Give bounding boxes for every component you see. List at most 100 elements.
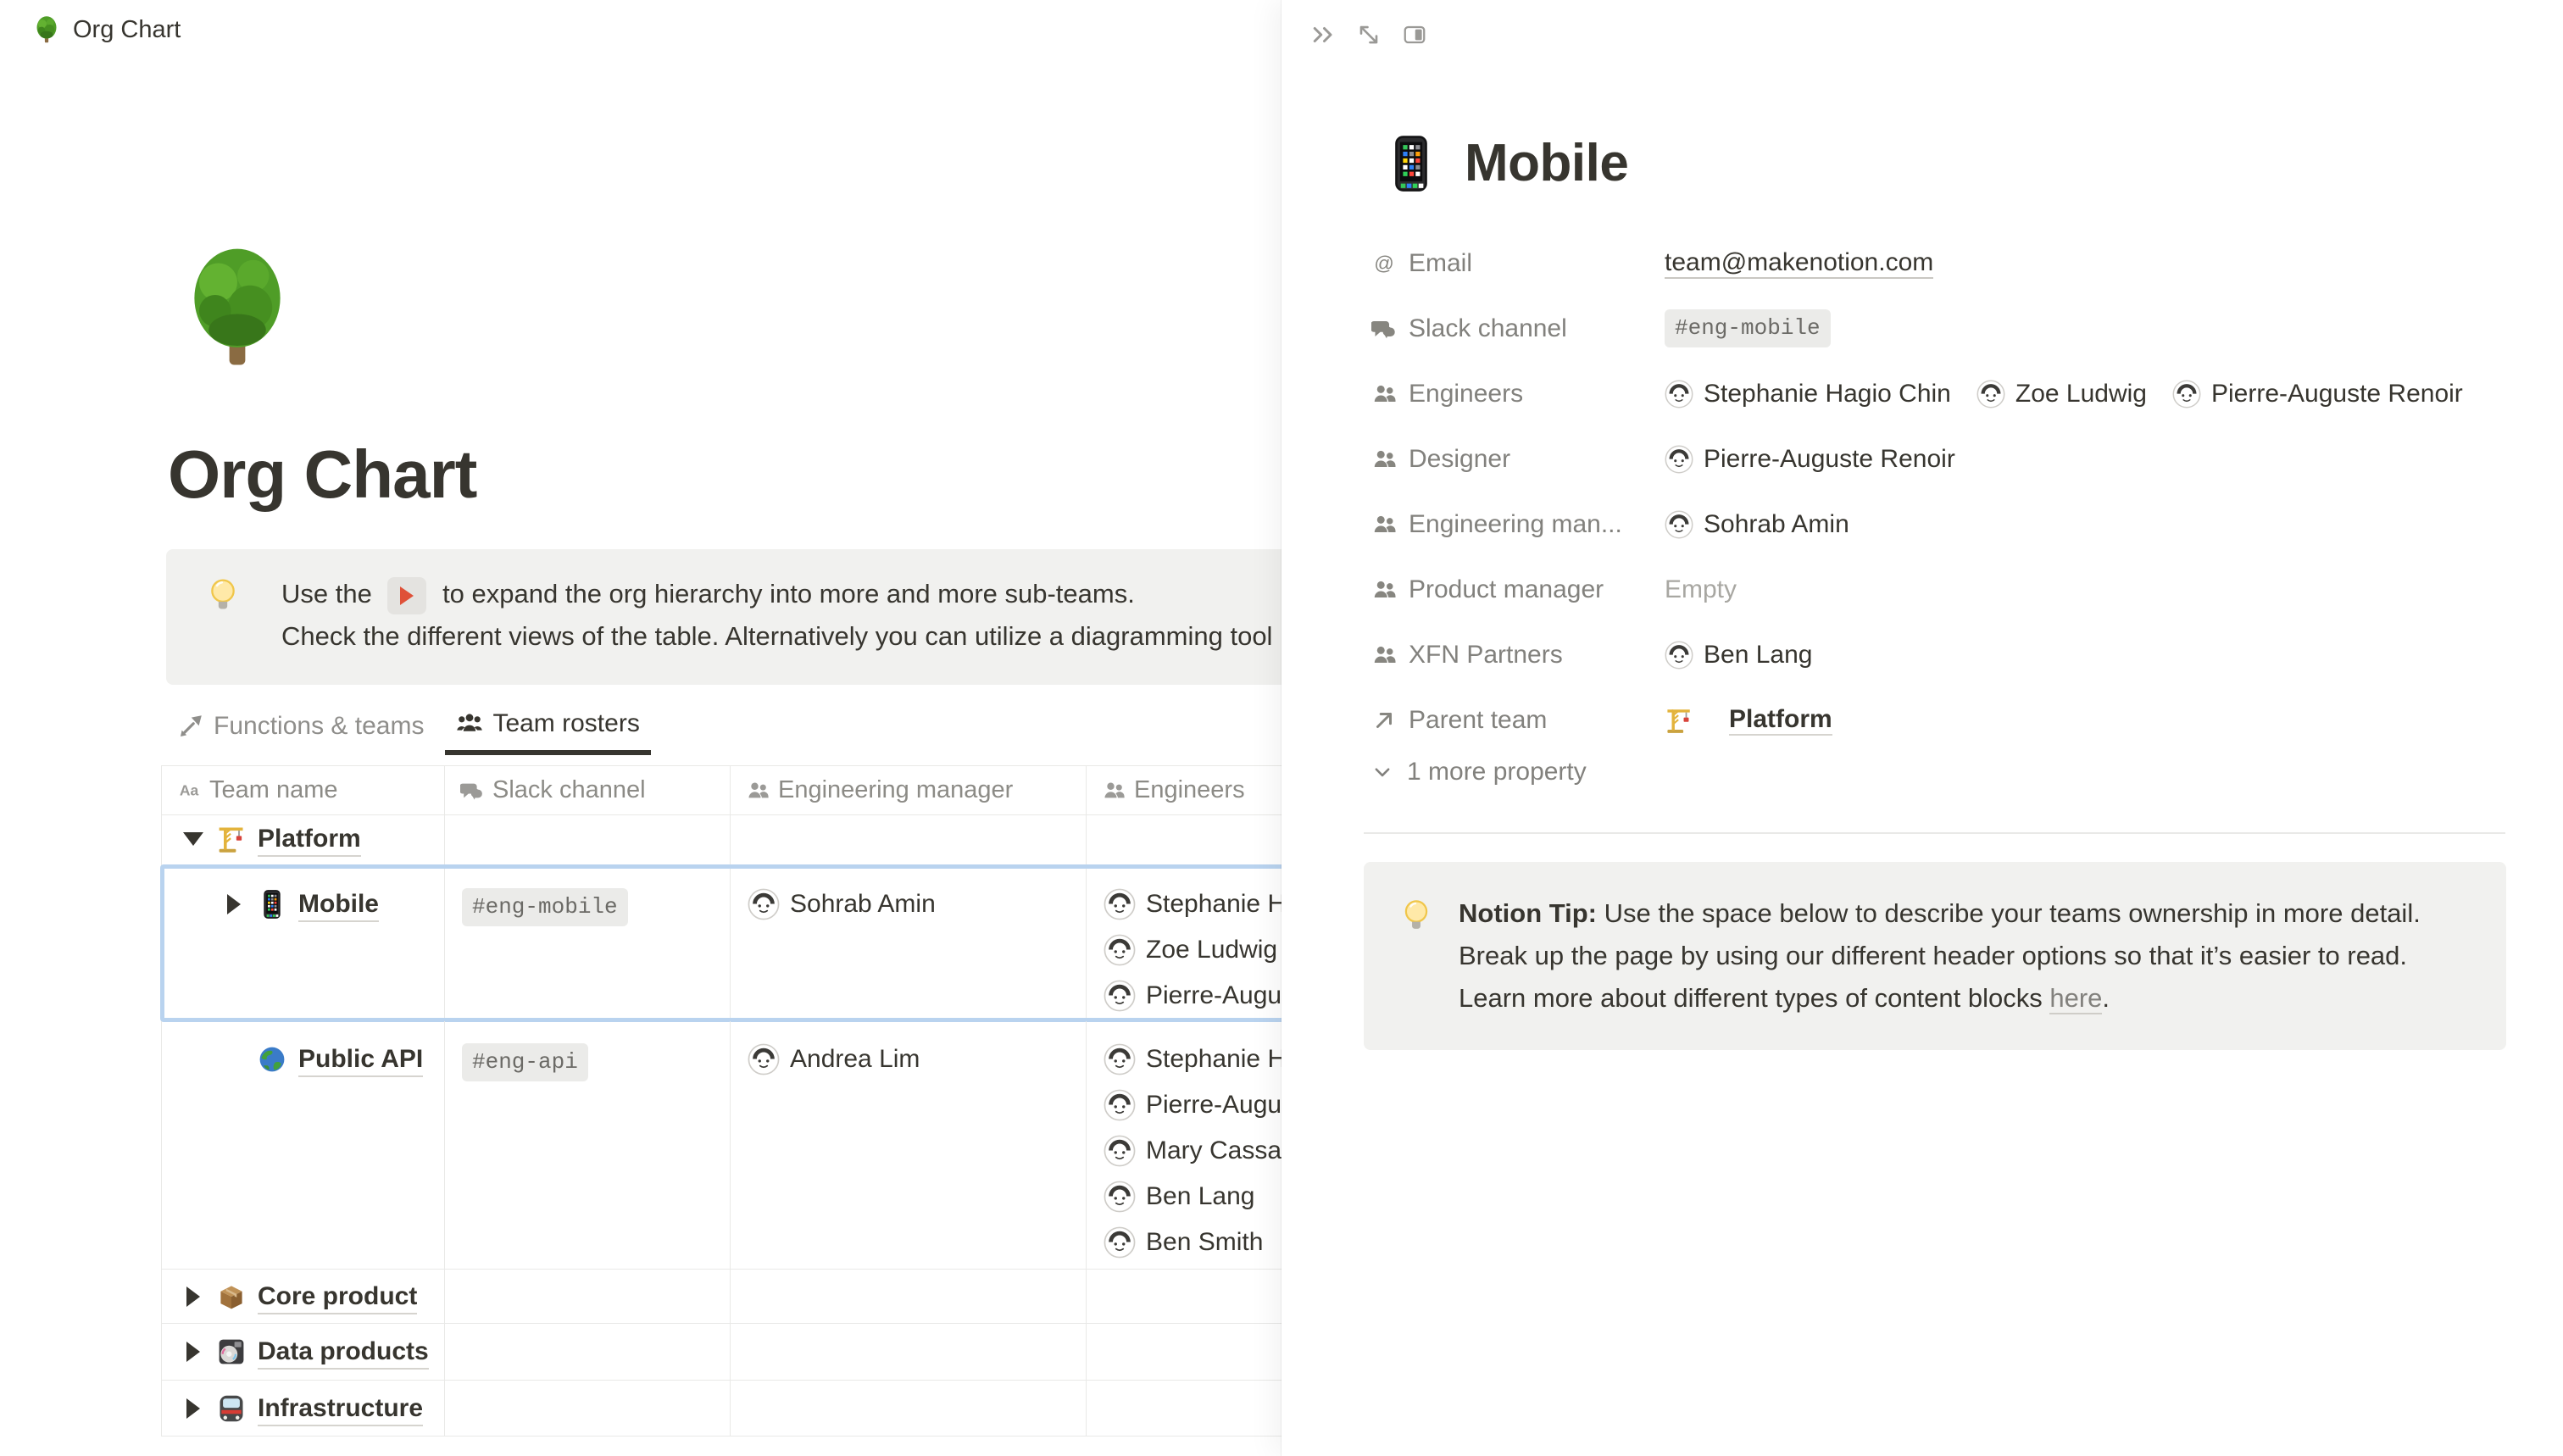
engineering-manager-cell[interactable]: Andrea Lim [731, 1021, 1087, 1269]
team-name-cell[interactable]: Public API [162, 1021, 445, 1269]
avatar [748, 888, 780, 920]
box-icon [216, 1281, 247, 1312]
expand-icon[interactable] [1356, 22, 1382, 47]
avatar [1665, 380, 1693, 408]
avatar [1104, 934, 1136, 966]
slack-channel-cell[interactable] [445, 1324, 731, 1380]
breadcrumb[interactable]: Org Chart [32, 15, 181, 44]
tree-emoji-icon [32, 15, 61, 44]
person-name: Pierre-Auguste Renoir [1704, 443, 1955, 475]
avatar [1104, 888, 1136, 920]
slack-channel-cell[interactable] [445, 1270, 731, 1323]
dart-icon [177, 713, 204, 740]
team-page-link[interactable]: Data products [258, 1336, 429, 1370]
person-mention[interactable]: Sohrab Amin [748, 888, 936, 920]
column-header-slack-channel[interactable]: Slack channel [445, 766, 731, 814]
person-mention[interactable]: Pierre-Auguste Renoir [2172, 378, 2463, 410]
side-peek-icon[interactable] [1402, 22, 1427, 47]
person-name: Stephanie Hagio Chin [1704, 378, 1951, 410]
property-value[interactable]: #eng-mobile [1665, 309, 1831, 347]
column-header-team-name[interactable]: Aa Team name [162, 766, 445, 814]
property-value[interactable]: Ben Lang [1665, 639, 1812, 671]
page-title[interactable]: Org Chart [168, 434, 476, 515]
tab-functions-teams[interactable]: Functions & teams [166, 706, 435, 755]
property-row-xfn-partners[interactable]: XFN PartnersBen Lang [1371, 622, 2504, 687]
more-properties-button[interactable]: 1 more property [1371, 758, 1587, 786]
callout-text[interactable]: Use the to expand the org hierarchy into… [281, 573, 1272, 658]
double-chevron-right-icon[interactable] [1310, 22, 1336, 47]
team-page-link[interactable]: Public API [298, 1043, 423, 1077]
notion-tip-text[interactable]: Notion Tip: Use the space below to descr… [1459, 892, 2472, 1020]
slack-channel-cell[interactable] [445, 1381, 731, 1436]
page-icon-tree[interactable] [174, 244, 301, 371]
row-toggle-collapsed-icon[interactable] [179, 1336, 208, 1368]
crane-icon [216, 824, 247, 854]
property-row-designer[interactable]: Designer Pierre-Auguste Renoir [1371, 426, 2504, 492]
avatar [1976, 380, 2005, 408]
property-row-product-manager[interactable]: Product managerEmpty [1371, 557, 2504, 622]
property-row-slack-channel[interactable]: Slack channel#eng-mobile [1371, 296, 2504, 361]
team-name-cell[interactable]: Data products [162, 1324, 445, 1380]
row-toggle-collapsed-icon[interactable] [179, 1281, 208, 1313]
person-mention[interactable]: Andrea Lim [748, 1043, 920, 1075]
property-row-email[interactable]: @Emailteam@makenotion.com [1371, 231, 2504, 296]
person-mention[interactable]: Pierre-Auguste Renoir [1665, 443, 1955, 475]
parent-team-link[interactable]: Platform [1729, 705, 1832, 736]
team-name-cell[interactable]: Infrastructure [162, 1381, 445, 1436]
property-row-engineers[interactable]: Engineers Stephanie Hagio Chin Zoe Ludwig P… [1371, 361, 2504, 426]
panel-page-title[interactable]: Mobile [1465, 134, 1628, 193]
team-page-link[interactable]: Infrastructure [258, 1392, 423, 1426]
text-icon: Aa [177, 779, 201, 803]
slack-channel-chip: #eng-mobile [1665, 309, 1831, 347]
engineering-manager-cell[interactable] [731, 815, 1087, 865]
property-row-parent-team[interactable]: Parent teamPlatform [1371, 687, 2504, 753]
column-header-label: Slack channel [492, 776, 646, 804]
column-header-engineering-manager[interactable]: Engineering manager [731, 766, 1087, 814]
callout-line1-suffix: to expand the org hierarchy into more an… [435, 579, 1134, 609]
property-value[interactable]: Empty [1665, 575, 1737, 604]
row-toggle-expanded-icon[interactable] [179, 823, 208, 855]
tab-team-rosters[interactable]: Team rosters [445, 706, 650, 755]
person-mention[interactable]: Sohrab Amin [1665, 508, 1849, 541]
person-name: Mary Cassatt [1146, 1135, 1296, 1167]
property-value[interactable]: Stephanie Hagio Chin Zoe Ludwig Pierre-Aug… [1665, 378, 2463, 410]
property-value[interactable]: Sohrab Amin [1665, 508, 1849, 541]
callout-line-2: Check the different views of the table. … [281, 615, 1272, 658]
here-link[interactable]: here [2049, 983, 2102, 1014]
person-mention[interactable]: Stephanie Hagio Chin [1665, 378, 1951, 410]
row-toggle-collapsed-icon[interactable] [179, 1392, 208, 1425]
person-mention[interactable]: Ben Lang [1665, 639, 1812, 671]
column-header-label: Team name [209, 776, 338, 804]
team-page-link[interactable]: Platform [258, 823, 361, 857]
engineering-manager-cell[interactable]: Sohrab Amin [731, 866, 1087, 1020]
team-name-cell[interactable]: Mobile [162, 866, 445, 1020]
property-value[interactable]: Platform [1665, 705, 1832, 736]
team-page-link[interactable]: Mobile [298, 888, 379, 922]
disc-icon [216, 1337, 247, 1367]
property-row-engineering-man[interactable]: Engineering man... Sohrab Amin [1371, 492, 2504, 557]
notion-tip-period: . [2102, 983, 2110, 1013]
team-name-cell[interactable]: Core product [162, 1270, 445, 1323]
engineering-manager-cell[interactable] [731, 1381, 1087, 1436]
row-toggle-collapsed-icon[interactable] [220, 888, 248, 920]
slack-channel-cell[interactable]: #eng-api [445, 1021, 731, 1269]
property-label: Designer [1371, 445, 1665, 474]
callout-line1-prefix: Use the [281, 579, 379, 609]
property-value[interactable]: team@makenotion.com [1665, 248, 1933, 279]
property-label: Engineers [1371, 380, 1665, 408]
chat-icon [460, 779, 484, 803]
engineering-manager-cell[interactable] [731, 1270, 1087, 1323]
person-mention[interactable]: Zoe Ludwig [1976, 378, 2147, 410]
slack-channel-cell[interactable]: #eng-mobile [445, 866, 731, 1020]
team-page-link[interactable]: Core product [258, 1281, 417, 1314]
engineering-manager-cell[interactable] [731, 1324, 1087, 1380]
slack-channel-cell[interactable] [445, 815, 731, 865]
property-label: XFN Partners [1371, 641, 1665, 670]
person-name: Sohrab Amin [1704, 508, 1849, 541]
arrow-up-right-icon [1371, 708, 1397, 733]
team-name-cell[interactable]: Platform [162, 815, 445, 865]
email-link[interactable]: team@makenotion.com [1665, 248, 1933, 279]
svg-text:@: @ [1374, 252, 1394, 274]
property-value[interactable]: Pierre-Auguste Renoir [1665, 443, 1955, 475]
property-label-text: Engineering man... [1409, 510, 1622, 539]
